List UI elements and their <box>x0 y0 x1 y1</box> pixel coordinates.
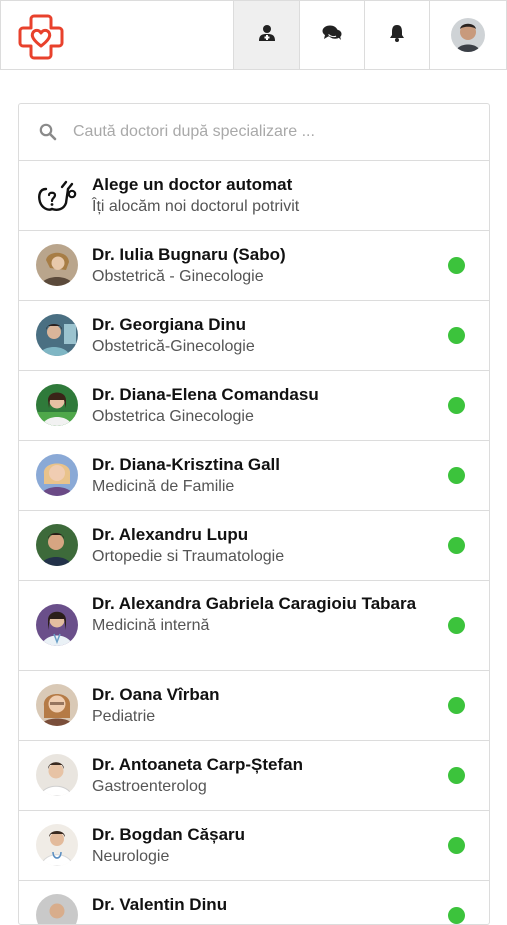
doctor-row[interactable]: Dr. Diana-Elena Comandasu Obstetrica Gin… <box>19 371 489 441</box>
doctor-row[interactable]: Dr. Alexandra Gabriela Caragioiu Tabara … <box>19 581 489 671</box>
profile-avatar <box>450 18 485 52</box>
nav-notifications-button[interactable] <box>364 1 429 69</box>
online-status-indicator <box>448 617 465 634</box>
doctor-specialty: Gastroenterolog <box>92 778 207 795</box>
online-status-indicator <box>448 397 465 414</box>
doctor-name: Dr. Bogdan Cășaru <box>92 825 246 844</box>
online-status-indicator <box>448 837 465 854</box>
doctor-specialty: Medicină de Familie <box>92 478 235 495</box>
doctor-name: Dr. Diana-Krisztina Gall <box>92 455 280 474</box>
online-status-indicator <box>448 697 465 714</box>
doctor-row[interactable]: Dr. Valentin Dinu <box>19 881 489 924</box>
doctor-avatar <box>36 314 78 356</box>
top-bar <box>0 0 507 70</box>
chat-icon <box>322 25 342 46</box>
doctor-specialty: Obstetrica Ginecologie <box>92 408 254 425</box>
doctor-name: Dr. Alexandra Gabriela Caragioiu Tabara <box>92 594 417 613</box>
doctor-specialty: Medicină internă <box>92 617 210 634</box>
heart-cross-logo-icon[interactable] <box>18 14 64 60</box>
doctor-row[interactable]: Dr. Iulia Bugnaru (Sabo) Obstetrică - Gi… <box>19 231 489 301</box>
doctor-avatar <box>36 754 78 796</box>
online-status-indicator <box>448 537 465 554</box>
doctor-list-panel: Alege un doctor automat Îți alocăm noi d… <box>18 103 490 925</box>
doctor-row[interactable]: Dr. Oana Vîrban Pediatrie <box>19 671 489 741</box>
nav-profile-button[interactable] <box>429 1 505 69</box>
auto-pick-text: Alege un doctor automat Îți alocăm noi d… <box>92 174 429 217</box>
doctor-icon <box>258 24 276 47</box>
search-icon <box>39 123 57 141</box>
nav-chat-button[interactable] <box>299 1 364 69</box>
search-input[interactable] <box>73 118 473 146</box>
doctor-specialty: Ortopedie si Traumatologie <box>92 548 285 565</box>
doctor-avatar <box>36 604 78 646</box>
online-status-indicator <box>448 767 465 784</box>
doctor-row[interactable]: Dr. Diana-Krisztina Gall Medicină de Fam… <box>19 441 489 511</box>
nav-doctors-button[interactable] <box>233 1 299 69</box>
doctor-name: Dr. Diana-Elena Comandasu <box>92 385 319 404</box>
doctor-avatar <box>36 824 78 866</box>
doctor-specialty: Obstetrică - Ginecologie <box>92 268 264 285</box>
doctor-avatar <box>36 384 78 426</box>
auto-pick-subtitle: Îți alocăm noi doctorul potrivit <box>92 198 300 215</box>
doctor-row[interactable]: Dr. Alexandru Lupu Ortopedie si Traumato… <box>19 511 489 581</box>
doctor-row[interactable]: Dr. Antoaneta Carp-Ștefan Gastroenterolo… <box>19 741 489 811</box>
auto-pick-title: Alege un doctor automat <box>92 175 293 194</box>
online-status-indicator <box>448 257 465 274</box>
bell-icon <box>389 24 405 47</box>
doctor-avatar <box>36 524 78 566</box>
doctor-name: Dr. Valentin Dinu <box>92 895 228 914</box>
doctor-avatar <box>36 684 78 726</box>
online-status-indicator <box>448 327 465 344</box>
doctor-avatar <box>36 244 78 286</box>
top-nav <box>233 1 505 69</box>
doctor-specialty: Obstetrică-Ginecologie <box>92 338 255 355</box>
doctor-avatar <box>36 454 78 496</box>
doctor-name: Dr. Alexandru Lupu <box>92 525 249 544</box>
search-bar <box>19 104 489 161</box>
online-status-indicator <box>448 467 465 484</box>
doctor-specialty: Pediatrie <box>92 708 156 725</box>
doctor-name: Dr. Oana Vîrban <box>92 685 220 704</box>
doctor-row[interactable]: Dr. Georgiana Dinu Obstetrică-Ginecologi… <box>19 301 489 371</box>
online-status-indicator <box>448 907 465 924</box>
stethoscope-question-icon <box>36 175 78 217</box>
doctor-name: Dr. Antoaneta Carp-Ștefan <box>92 755 303 774</box>
doctor-avatar <box>36 894 78 924</box>
doctor-row[interactable]: Dr. Bogdan Cășaru Neurologie <box>19 811 489 881</box>
auto-pick-doctor-row[interactable]: Alege un doctor automat Îți alocăm noi d… <box>19 161 489 231</box>
doctor-name: Dr. Georgiana Dinu <box>92 315 246 334</box>
doctor-name: Dr. Iulia Bugnaru (Sabo) <box>92 245 286 264</box>
doctor-specialty: Neurologie <box>92 848 170 865</box>
